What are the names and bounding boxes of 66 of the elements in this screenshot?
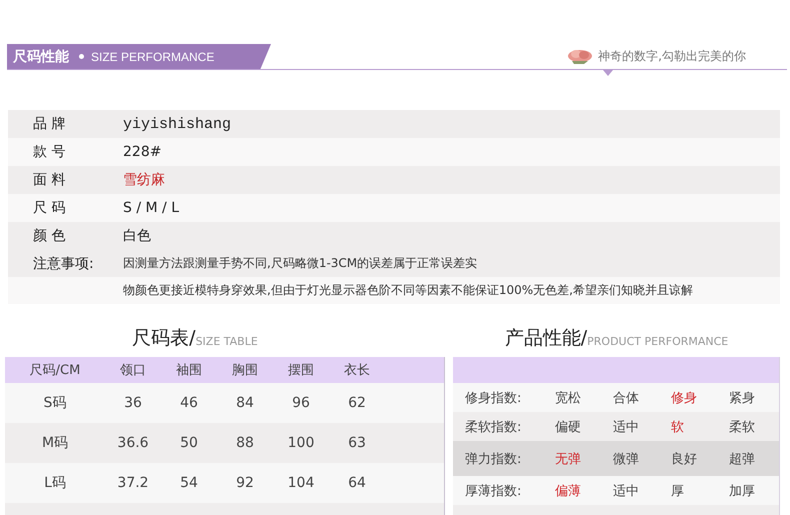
- info-label: 面 料: [32, 171, 66, 189]
- notes-text: 物颜色更接近模特身穿效果,但由于灯光显示器色阶不同等因素不能保证100%无色差,希望亲们知晓并且谅解: [123, 282, 693, 299]
- flower-icon: [566, 47, 594, 65]
- info-label: 款 号: [32, 143, 66, 161]
- option-text: 微弹: [613, 450, 640, 468]
- option-text: 宽松: [555, 390, 582, 406]
- table-cell-text: 37.2: [116, 475, 150, 491]
- table-cell-text: 96: [291, 395, 311, 411]
- option-text: 厚: [671, 482, 685, 500]
- info-value: S / M / L: [123, 200, 179, 216]
- info-value: yiyishishang: [123, 116, 232, 132]
- table-cell-text: 88: [235, 435, 255, 451]
- option-text: 偏薄: [555, 482, 582, 500]
- option-text: 偏硬: [555, 418, 582, 436]
- column-header: 胸围: [231, 362, 259, 379]
- option-text: 适中: [613, 418, 640, 436]
- option-text: 修身: [671, 390, 698, 406]
- info-value: 雪纺麻: [123, 171, 165, 189]
- table-cell-text: L码: [43, 474, 67, 492]
- column-header: 领口: [119, 362, 147, 379]
- option-text: 良好: [671, 450, 698, 468]
- option-text: 软: [671, 418, 685, 436]
- slogan-text: 神奇的数字,勾勒出完美的你: [598, 48, 746, 64]
- table-cell-text: 50: [179, 435, 199, 451]
- table-cell-text: 100: [286, 435, 316, 451]
- info-label: 品 牌: [32, 115, 66, 133]
- option-text: 柔软: [729, 418, 756, 436]
- table-cell-text: 62: [347, 395, 367, 411]
- row-label: 修身指数:: [464, 390, 522, 406]
- table-cell-text: 104: [286, 475, 316, 491]
- option-text: 无弹: [555, 450, 582, 468]
- row-label: 弹力指数:: [464, 450, 522, 468]
- table-cell-text: 54: [179, 475, 199, 491]
- option-text: 适中: [613, 482, 640, 500]
- table-cell-text: M码: [40, 434, 70, 452]
- column-header: 摆围: [287, 362, 315, 379]
- table-cell-text: 36.6: [116, 435, 150, 451]
- table-cell-text: 64: [347, 475, 367, 491]
- table-cell-text: S码: [42, 394, 68, 412]
- option-text: 合体: [613, 390, 640, 406]
- section-heading-en: PRODUCT PERFORMANCE: [587, 334, 728, 348]
- dot-icon: [79, 54, 84, 59]
- notes-label: 注意事项:: [32, 254, 95, 272]
- info-value: 228#: [123, 144, 162, 160]
- info-label: 颜 色: [32, 227, 66, 245]
- table-cell-text: 84: [235, 395, 255, 411]
- option-text: 紧身: [729, 390, 756, 406]
- column-header: 衣长: [343, 362, 371, 379]
- info-label: 尺 码: [32, 199, 66, 217]
- table-cell-text: 46: [179, 395, 199, 411]
- notes-text: 因测量方法跟测量手势不同,尺码略微1-3CM的误差属于正常误差实: [123, 255, 478, 272]
- section-subtitle: SIZE PERFORMANCE: [91, 50, 214, 64]
- option-text: 加厚: [729, 482, 756, 500]
- section-title: 尺码性能: [13, 48, 69, 66]
- section-heading-en: SIZE TABLE: [196, 334, 258, 348]
- table-cell-text: 92: [235, 475, 255, 491]
- row-label: 柔软指数:: [464, 418, 522, 436]
- option-text: 超弹: [729, 450, 756, 468]
- section-heading: 尺码表/: [132, 326, 196, 351]
- section-heading: 产品性能/: [504, 326, 588, 351]
- column-header: 尺码/CM: [28, 362, 82, 379]
- table-cell-text: 63: [347, 435, 367, 451]
- column-header: 袖围: [175, 362, 203, 379]
- info-value: 白色: [123, 227, 151, 245]
- table-cell-text: 36: [123, 395, 143, 411]
- row-label: 厚薄指数:: [464, 482, 522, 500]
